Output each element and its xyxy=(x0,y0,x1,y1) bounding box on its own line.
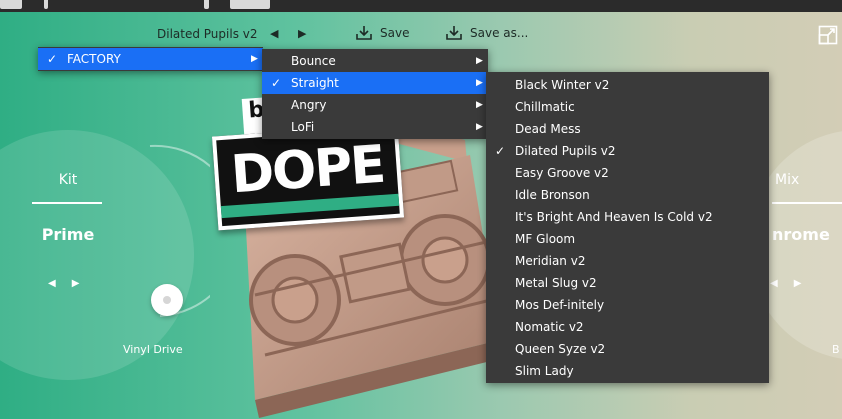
vinyl-drive-knob[interactable] xyxy=(151,284,183,316)
menu-item-preset[interactable]: Metal Slug v2 xyxy=(486,272,769,294)
menu-item-label: Meridian v2 xyxy=(515,254,586,268)
menu-item-preset[interactable]: Mos Def-initely xyxy=(486,294,769,316)
next-preset-arrow-icon[interactable]: ▶ xyxy=(298,27,306,40)
menu-item-preset[interactable]: Idle Bronson xyxy=(486,184,769,206)
submenu-arrow-icon: ▶ xyxy=(476,56,483,66)
dope-sticker-logo: DOPE xyxy=(211,123,405,231)
menu-item-label: Straight xyxy=(291,76,339,90)
menu-item-label: Mos Def-initely xyxy=(515,298,605,312)
menu-item-preset[interactable]: Dead Mess xyxy=(486,118,769,140)
check-icon: ✓ xyxy=(271,76,282,90)
host-tab[interactable] xyxy=(0,0,22,9)
menu-item-label: MF Gloom xyxy=(515,232,576,246)
menu-item-preset[interactable]: Nomatic v2 xyxy=(486,316,769,338)
mix-next-arrow-icon[interactable]: ▶ xyxy=(794,278,818,289)
kit-arrows: ◀▶ xyxy=(48,278,95,289)
menu-item-lofi[interactable]: LoFi ▶ xyxy=(262,116,488,138)
submenu-arrow-icon: ▶ xyxy=(476,100,483,110)
submenu-arrow-icon: ▶ xyxy=(476,122,483,132)
previous-preset-arrow-icon[interactable]: ◀ xyxy=(270,27,278,40)
menu-item-preset[interactable]: Queen Syze v2 xyxy=(486,338,769,360)
menu-item-label: LoFi xyxy=(291,120,315,134)
host-tab-marker xyxy=(44,0,48,9)
menu-item-angry[interactable]: Angry ▶ xyxy=(262,94,488,116)
menu-item-label: Easy Groove v2 xyxy=(515,166,609,180)
partial-knob-label: B xyxy=(832,343,840,356)
menu-item-label: Metal Slug v2 xyxy=(515,276,597,290)
menu-item-label: FACTORY xyxy=(67,52,121,66)
mix-value: nrome xyxy=(772,225,830,244)
save-label: Save xyxy=(380,26,410,40)
preset-menu: Black Winter v2 Chillmatic Dead Mess ✓ D… xyxy=(486,72,769,383)
category-menu: Bounce ▶ ✓ Straight ▶ Angry ▶ LoFi ▶ xyxy=(262,49,488,139)
kit-label: Kit xyxy=(58,172,78,188)
kit-value: Prime xyxy=(41,225,95,244)
menu-item-preset[interactable]: Meridian v2 xyxy=(486,250,769,272)
mix-divider xyxy=(772,202,842,204)
save-as-label: Save as... xyxy=(470,26,529,40)
menu-item-label: Dilated Pupils v2 xyxy=(515,144,616,158)
menu-item-label: Queen Syze v2 xyxy=(515,342,606,356)
menu-item-straight[interactable]: ✓ Straight ▶ xyxy=(262,72,488,94)
menu-item-preset[interactable]: Easy Groove v2 xyxy=(486,162,769,184)
check-icon: ✓ xyxy=(47,52,58,66)
kit-prev-arrow-icon[interactable]: ◀ xyxy=(48,278,72,289)
expand-window-icon[interactable] xyxy=(818,25,838,45)
menu-item-label: Bounce xyxy=(291,54,336,68)
preset-name[interactable]: Dilated Pupils v2 xyxy=(157,27,258,41)
menu-item-label: It's Bright And Heaven Is Cold v2 xyxy=(515,210,713,224)
mix-label: Mix xyxy=(775,172,800,188)
mix-arrows: ◀▶ xyxy=(770,278,817,289)
preset-bank-menu: ✓ FACTORY ▶ xyxy=(38,47,263,71)
kit-divider xyxy=(32,202,102,204)
check-icon: ✓ xyxy=(495,144,506,158)
menu-item-preset[interactable]: Slim Lady xyxy=(486,360,769,382)
menu-item-label: Nomatic v2 xyxy=(515,320,584,334)
submenu-arrow-icon: ▶ xyxy=(251,54,258,64)
menu-item-label: Dead Mess xyxy=(515,122,581,136)
menu-item-bounce[interactable]: Bounce ▶ xyxy=(262,50,488,72)
menu-item-preset[interactable]: It's Bright And Heaven Is Cold v2 xyxy=(486,206,769,228)
mix-prev-arrow-icon[interactable]: ◀ xyxy=(770,278,794,289)
menu-item-preset[interactable]: Chillmatic xyxy=(486,96,769,118)
menu-item-preset[interactable]: Black Winter v2 xyxy=(486,74,769,96)
menu-item-factory[interactable]: ✓ FACTORY ▶ xyxy=(38,48,263,70)
download-icon xyxy=(356,26,372,40)
host-tab-marker xyxy=(204,0,209,9)
menu-item-label: Idle Bronson xyxy=(515,188,590,202)
submenu-arrow-icon: ▶ xyxy=(476,78,483,88)
host-tab[interactable] xyxy=(230,0,270,9)
menu-item-preset-current[interactable]: ✓ Dilated Pupils v2 xyxy=(486,140,769,162)
menu-item-label: Chillmatic xyxy=(515,100,575,114)
menu-item-label: Black Winter v2 xyxy=(515,78,610,92)
save-button[interactable]: Save xyxy=(355,25,409,41)
menu-item-preset[interactable]: MF Gloom xyxy=(486,228,769,250)
host-title-bar xyxy=(0,0,842,12)
vinyl-drive-label: Vinyl Drive xyxy=(123,343,183,356)
save-as-button[interactable]: Save as... xyxy=(445,25,528,41)
menu-item-label: Angry xyxy=(291,98,327,112)
menu-item-label: Slim Lady xyxy=(515,364,574,378)
download-icon xyxy=(446,26,462,40)
kit-next-arrow-icon[interactable]: ▶ xyxy=(72,278,96,289)
